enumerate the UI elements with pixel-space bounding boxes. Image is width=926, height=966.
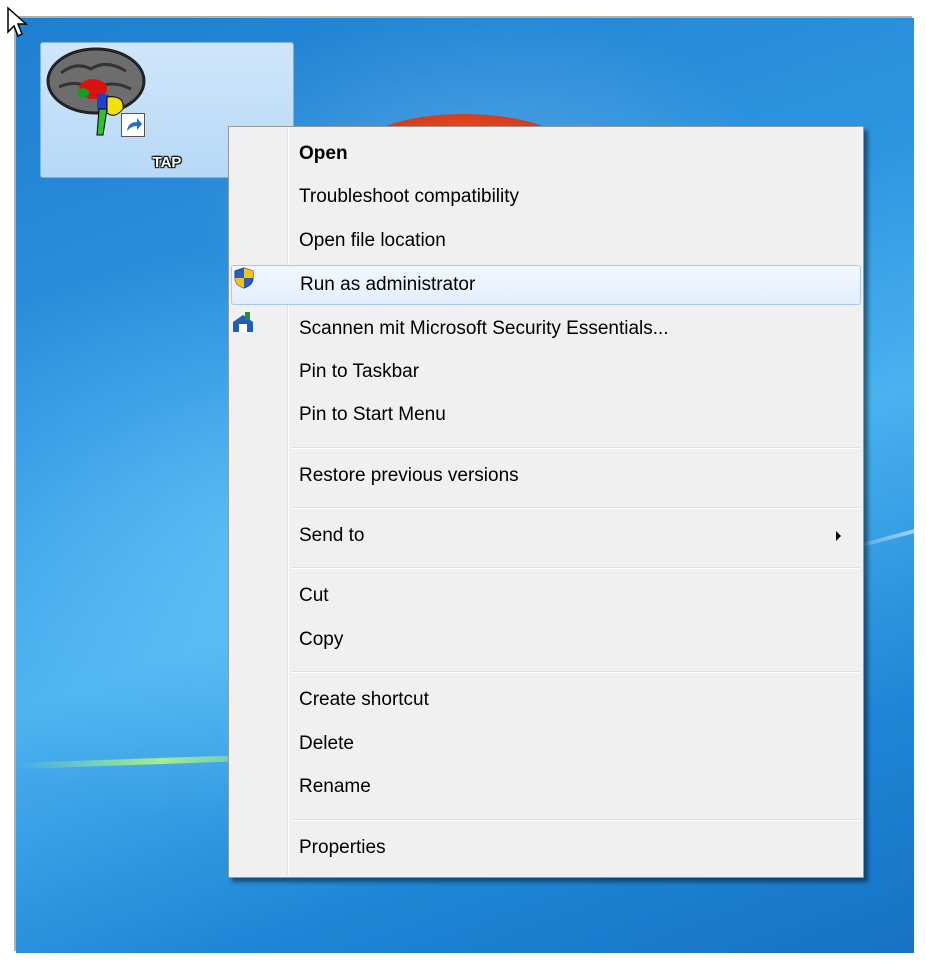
menu-separator (291, 671, 859, 673)
menu-item-pin-to-start-menu[interactable]: Pin to Start Menu (231, 396, 861, 434)
menu-item-restore-previous-versions[interactable]: Restore previous versions (231, 457, 861, 495)
menu-separator (291, 819, 859, 821)
menu-item-label: Properties (299, 837, 386, 858)
menu-item-open-file-location[interactable]: Open file location (231, 222, 861, 260)
menu-item-label: Open file location (299, 230, 446, 251)
menu-item-pin-to-taskbar[interactable]: Pin to Taskbar (231, 353, 861, 391)
menu-item-send-to[interactable]: Send to (231, 517, 861, 555)
screenshot-frame: TAP Open Troubleshoot compatibility Open… (6, 6, 914, 954)
uac-shield-icon (234, 267, 254, 289)
context-menu: Open Troubleshoot compatibility Open fil… (228, 126, 864, 878)
submenu-arrow-icon (836, 531, 841, 541)
menu-item-label: Delete (299, 733, 354, 754)
menu-item-label: Cut (299, 585, 329, 606)
menu-separator (291, 507, 859, 509)
menu-item-copy[interactable]: Copy (231, 621, 861, 659)
menu-item-label: Copy (299, 629, 344, 650)
menu-item-label: Rename (299, 776, 371, 797)
menu-item-create-shortcut[interactable]: Create shortcut (231, 681, 861, 719)
menu-separator (291, 567, 859, 569)
menu-item-scan-security-essentials[interactable]: Scannen mit Microsoft Security Essential… (231, 310, 861, 348)
menu-separator (291, 447, 859, 449)
menu-item-label: Run as administrator (300, 274, 476, 295)
menu-item-label: Pin to Taskbar (299, 361, 420, 382)
menu-item-label: Send to (299, 525, 365, 546)
menu-item-label: Pin to Start Menu (299, 404, 446, 425)
menu-item-label: Open (299, 143, 348, 164)
menu-item-open[interactable]: Open (231, 135, 861, 173)
menu-item-label: Restore previous versions (299, 465, 519, 486)
menu-item-delete[interactable]: Delete (231, 725, 861, 763)
menu-item-troubleshoot-compatibility[interactable]: Troubleshoot compatibility (231, 178, 861, 216)
menu-item-label: Troubleshoot compatibility (299, 186, 520, 207)
menu-item-cut[interactable]: Cut (231, 577, 861, 615)
mouse-cursor-icon (7, 6, 28, 38)
menu-item-label: Create shortcut (299, 689, 429, 710)
shortcut-arrow-icon (121, 113, 145, 137)
security-essentials-icon (233, 312, 253, 332)
menu-item-properties[interactable]: Properties (231, 829, 861, 867)
menu-item-run-as-administrator[interactable]: Run as administrator (231, 265, 861, 305)
menu-item-label: Scannen mit Microsoft Security Essential… (299, 318, 669, 339)
menu-item-rename[interactable]: Rename (231, 768, 861, 806)
